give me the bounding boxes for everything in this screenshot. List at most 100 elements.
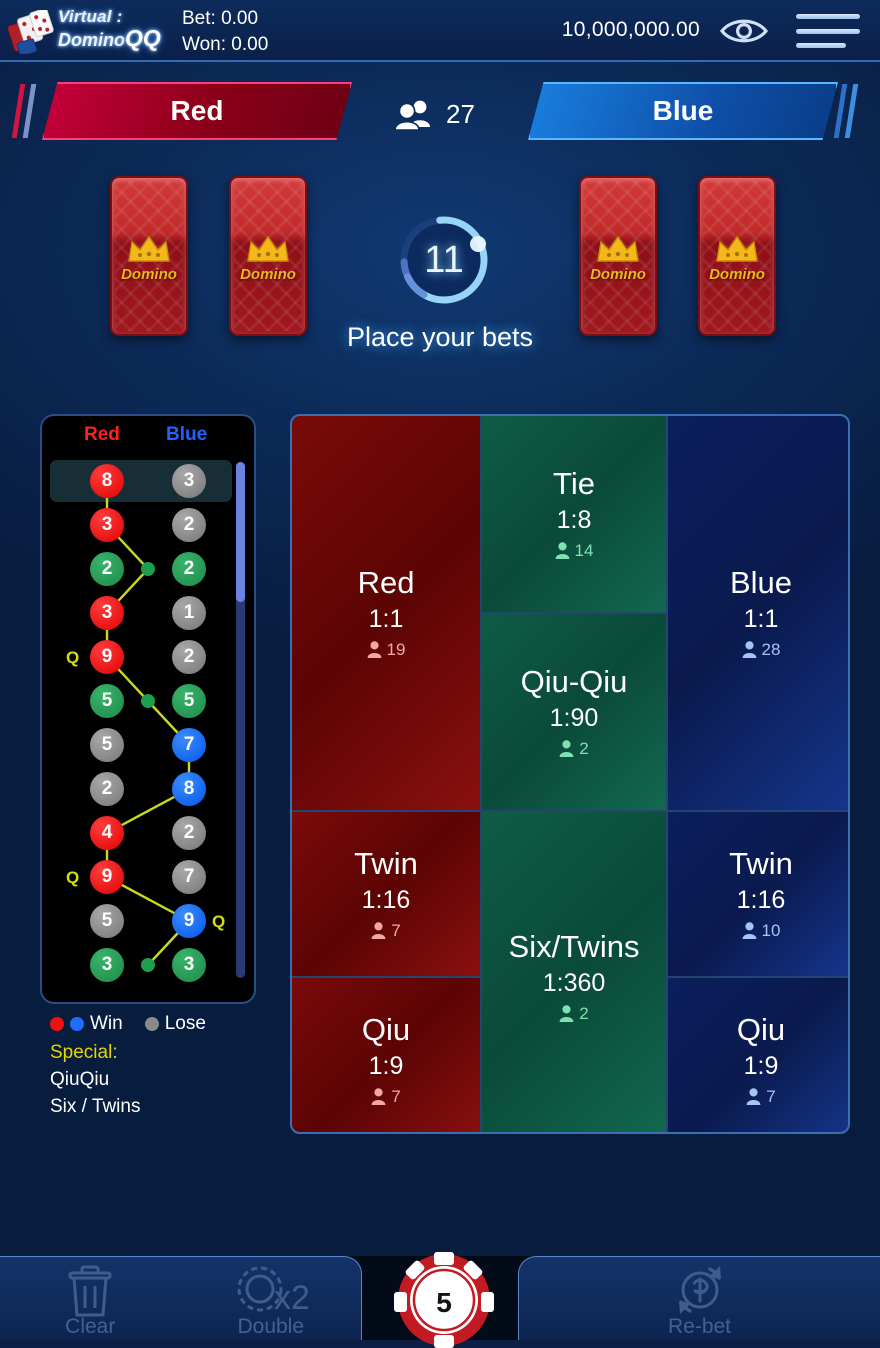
bet-cell-twin-blue[interactable]: Twin 1:16 10: [668, 812, 848, 976]
bet-odds-twin-red: 1:16: [361, 885, 411, 914]
team-banner-row: Red 27 Blue: [0, 82, 880, 146]
red-team-banner[interactable]: Red: [42, 82, 352, 140]
double-button[interactable]: x2 Double: [196, 1257, 346, 1341]
bet-cell-tie[interactable]: Tie 1:8 14: [482, 416, 666, 612]
roadmap-scrollbar-thumb[interactable]: [236, 462, 245, 602]
roadmap-scrollbar[interactable]: [236, 462, 245, 978]
bet-name-qiu-blue: Qiu: [736, 1012, 786, 1048]
bet-cell-red[interactable]: Red 1:1 19: [292, 416, 480, 810]
bet-name-qiuqiu: Qiu-Qiu: [520, 664, 628, 700]
bet-players-tie: 14: [555, 540, 594, 561]
bet-cell-six-twins[interactable]: Six/Twins 1:360 2: [482, 812, 666, 1132]
crown-icon: [128, 235, 170, 262]
clear-button[interactable]: Clear: [15, 1257, 165, 1341]
players-count-value: 27: [446, 98, 475, 129]
roadmap-bead-red-1: 8: [90, 464, 124, 498]
bet-summary: Bet: 0.00 Won: 0.00: [182, 6, 268, 58]
roadmap-bead-blue-7: 7: [172, 728, 206, 762]
bet-players-twin-blue: 10: [742, 921, 780, 941]
bet-name-twin-blue: Twin: [729, 846, 793, 882]
blue-accent-stripe-2: [844, 84, 859, 138]
legend-row-outcome: Win Lose: [50, 1010, 290, 1037]
roadmap-bead-red-8: 2: [90, 772, 124, 806]
roadmap-bead-blue-8: 8: [172, 772, 206, 806]
legend-dot-red: [50, 1016, 64, 1031]
person-icon: [742, 641, 756, 659]
countdown-timer: 11: [392, 208, 496, 312]
roadmap-panel[interactable]: Red Blue 8332223192Q5557284297Q59Q33: [40, 414, 256, 1004]
double-button-label: Double: [237, 1314, 305, 1338]
current-bet-label: Bet: 0.00: [182, 8, 259, 29]
rebet-button[interactable]: Re-bet: [625, 1257, 775, 1341]
bet-name-twin-red: Twin: [354, 846, 418, 882]
domino-card-blue-1: Domino: [579, 176, 657, 336]
person-icon: [555, 542, 569, 560]
card-label: Domino: [240, 266, 296, 283]
bet-odds-blue: 1:1: [743, 604, 779, 633]
bet-odds-tie: 1:8: [556, 505, 592, 534]
bet-players-blue: 28: [742, 639, 781, 660]
roadmap-legend: Win Lose Special: QiuQiu Six / Twins: [50, 1010, 290, 1120]
clear-button-label: Clear: [65, 1314, 116, 1338]
player-count-indicator: 27: [390, 94, 510, 134]
refresh-dollar-icon: [678, 1265, 721, 1314]
crown-icon: [716, 235, 758, 262]
roadmap-qiu-marker-left-5: Q: [66, 648, 80, 667]
bet-players-count-qiu-red: 7: [391, 1086, 401, 1106]
roadmap-bead-red-10: 9: [90, 860, 124, 894]
bet-odds-red: 1:1: [368, 604, 404, 633]
bet-players-qiu-red: 7: [371, 1086, 401, 1107]
game-logo: Virtual : DominoQQ: [6, 4, 178, 58]
logo-domino: Domino: [58, 29, 125, 50]
roadmap-bead-red-5: 9: [90, 640, 124, 674]
person-icon: [746, 1088, 761, 1106]
bet-cell-qiu-blue[interactable]: Qiu 1:9 7: [668, 978, 848, 1132]
menu-line-3: [796, 43, 846, 48]
bet-cell-qiu-red[interactable]: Qiu 1:9 7: [292, 978, 480, 1132]
roadmap-header-red: Red: [84, 424, 120, 445]
bet-cell-blue[interactable]: Blue 1:1 28: [668, 416, 848, 810]
chip-value-text: 5: [436, 1287, 452, 1318]
legend-win-label: Win: [90, 1013, 123, 1034]
domino-card-red-2: Domino: [229, 176, 307, 336]
roadmap-bead-blue-4: 1: [172, 596, 206, 630]
bet-name-tie: Tie: [553, 466, 595, 502]
bet-name-six-twins: Six/Twins: [508, 929, 640, 965]
roadmap-bead-blue-3: 2: [172, 552, 206, 586]
logo-line-1: Virtual :: [58, 7, 123, 26]
bet-players-count-blue: 28: [761, 639, 781, 659]
blue-team-banner[interactable]: Blue: [528, 82, 838, 140]
bet-cell-twin-red[interactable]: Twin 1:16 7: [292, 812, 480, 976]
roadmap-bead-blue-1: 3: [172, 464, 206, 498]
game-status-text: Place your bets: [346, 322, 534, 352]
bet-players-count-six-twins: 2: [579, 1003, 589, 1023]
bet-odds-qiu-blue: 1:9: [743, 1051, 779, 1080]
card-label: Domino: [709, 266, 765, 283]
toolbar-right-segment: Re-bet: [518, 1256, 880, 1340]
legend-dot-blue: [70, 1016, 84, 1031]
toolbar-left-segment: Clear x2 Double: [0, 1256, 362, 1340]
bet-players-count-tie: 14: [574, 540, 594, 560]
selected-chip[interactable]: 5: [368, 1252, 520, 1348]
roadmap-bead-blue-10: 7: [172, 860, 206, 894]
eye-icon[interactable]: [718, 14, 770, 48]
blue-team-label: Blue: [652, 95, 714, 126]
roadmap-bead-blue-5: 2: [172, 640, 206, 674]
roadmap-bead-red-11: 5: [90, 904, 124, 938]
bet-players-red: 19: [367, 640, 405, 660]
timer-value: 11: [424, 238, 464, 281]
crown-icon: [597, 235, 639, 262]
bet-players-count-qiuqiu: 2: [579, 738, 589, 758]
bet-odds-qiuqiu: 1:90: [549, 703, 599, 732]
bet-cell-qiuqiu[interactable]: Qiu-Qiu 1:90 2: [482, 614, 666, 810]
person-icon: [559, 740, 574, 758]
svg-text:x2: x2: [274, 1279, 308, 1317]
hamburger-menu-icon[interactable]: [796, 14, 860, 48]
roadmap-bead-red-4: 3: [90, 596, 124, 630]
logo-line-2: DominoQQ: [58, 26, 182, 50]
people-icon: [394, 100, 430, 130]
roadmap-header-blue: Blue: [166, 424, 208, 445]
legend-dot-grey: [144, 1016, 159, 1031]
bet-odds-qiu-red: 1:9: [368, 1051, 404, 1080]
bet-odds-twin-blue: 1:16: [736, 885, 786, 914]
